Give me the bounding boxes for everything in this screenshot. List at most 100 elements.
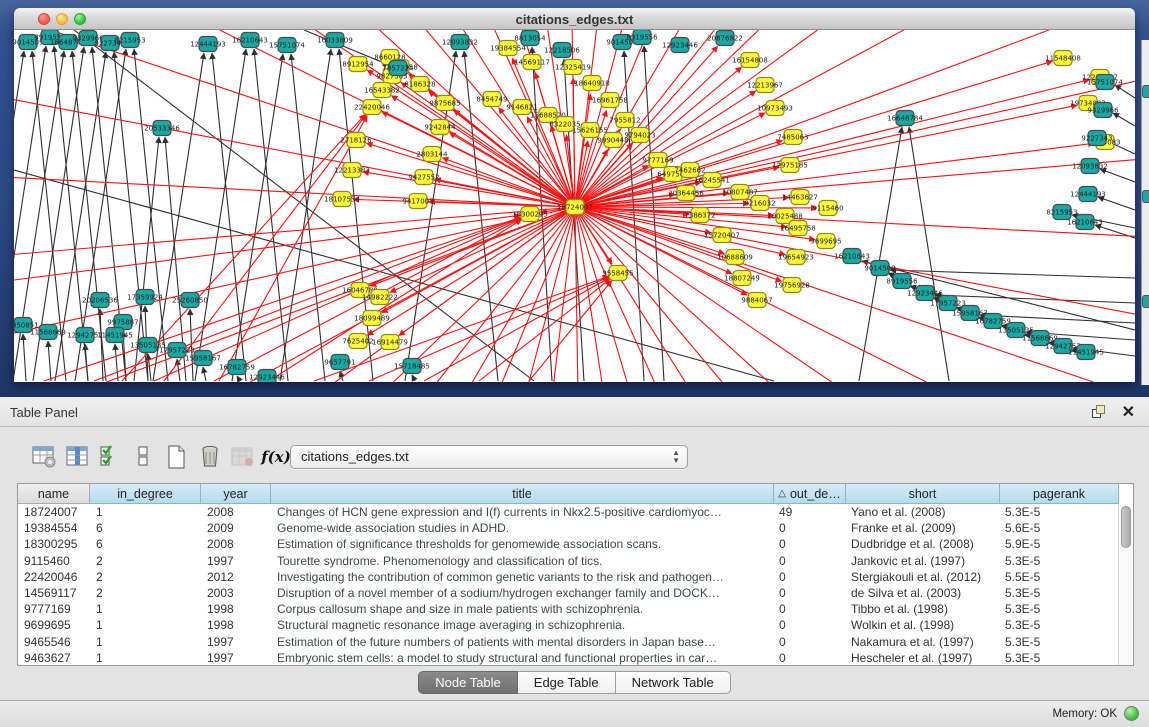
- column-header-year[interactable]: year: [201, 484, 271, 504]
- select-all-columns-icon[interactable]: [96, 442, 126, 472]
- tab-edge-table[interactable]: Edge Table: [518, 671, 616, 694]
- graph-node[interactable]: 15720407: [704, 228, 740, 243]
- table-row[interactable]: 911546021997Tourette syndrome. Phenomeno…: [18, 553, 1133, 569]
- graph-node[interactable]: 11548408: [1045, 51, 1081, 66]
- column-header-out_de[interactable]: △out_de…: [774, 484, 846, 504]
- tab-network-table[interactable]: Network Table: [616, 671, 731, 694]
- column-header-in_degree[interactable]: in_degree: [90, 484, 201, 504]
- graph-node[interactable]: 16210643: [1067, 215, 1103, 230]
- window-titlebar[interactable]: citations_edges.txt: [14, 8, 1135, 30]
- table-row[interactable]: 1456911722003Disruption of a novel membe…: [18, 585, 1133, 601]
- table-mode-icon[interactable]: [30, 442, 60, 472]
- graph-node[interactable]: 8919556: [886, 274, 918, 289]
- graph-node[interactable]: 10688609: [717, 250, 753, 265]
- graph-node[interactable]: 17359924: [127, 290, 163, 305]
- cell-in_degree: 1: [90, 634, 201, 650]
- table-row[interactable]: 946362711997Embryonic stem cells: a mode…: [18, 650, 1133, 666]
- graph-node[interactable]: 2803144: [416, 147, 448, 162]
- graph-node[interactable]: 25260850: [172, 293, 208, 308]
- graph-node[interactable]: 9699695: [810, 234, 841, 249]
- graph-node[interactable]: 15718485: [394, 359, 430, 374]
- graph-node[interactable]: 16648784: [887, 111, 923, 126]
- network-window[interactable]: citations_edges.txt 18724007866012889129…: [14, 8, 1135, 382]
- table-select-dropdown[interactable]: citations_edges.txt▲▼: [290, 445, 688, 469]
- float-panel-icon[interactable]: [1092, 405, 1107, 419]
- graph-node[interactable]: 7955812: [609, 113, 640, 128]
- graph-node[interactable]: 16914479: [372, 335, 408, 350]
- graph-node[interactable]: 9875685: [429, 96, 460, 111]
- graph-node[interactable]: 12444193: [190, 37, 226, 52]
- graph-node[interactable]: 2718126: [340, 133, 372, 148]
- function-builder-icon[interactable]: f(x): [261, 442, 291, 472]
- column-header-name[interactable]: name: [18, 484, 90, 504]
- unselect-all-columns-icon[interactable]: [129, 442, 159, 472]
- graph-node[interactable]: 12923446: [907, 286, 943, 301]
- graph-node[interactable]: 9427552: [408, 170, 439, 185]
- graph-node[interactable]: 20206536: [82, 293, 118, 308]
- table-row[interactable]: 1872400712008Changes of HCN gene express…: [18, 504, 1133, 520]
- graph-node[interactable]: 16961758: [592, 93, 628, 108]
- graph-node[interactable]: 12923446: [662, 38, 698, 53]
- graph-node[interactable]: 8186328: [404, 77, 435, 92]
- graph-node[interactable]: 8912954: [342, 57, 374, 72]
- graph-node[interactable]: 8813054: [514, 31, 546, 46]
- delete-table-disabled-icon[interactable]: [228, 442, 258, 472]
- svg-text:18300295: 18300295: [512, 211, 548, 219]
- graph-node[interactable]: 20533346: [144, 121, 180, 136]
- column-header-title[interactable]: title: [271, 484, 774, 504]
- graph-node[interactable]: 12444193: [1070, 187, 1106, 202]
- column-header-short[interactable]: short: [846, 484, 1000, 504]
- svg-text:9875685: 9875685: [429, 100, 460, 108]
- graph-node[interactable]: 8454749: [476, 92, 507, 107]
- show-columns-icon[interactable]: [63, 442, 93, 472]
- cell-in_degree: 2: [90, 569, 201, 585]
- graph-node[interactable]: 12213967: [747, 78, 783, 93]
- graph-node[interactable]: 14569117: [514, 55, 550, 70]
- delete-columns-icon[interactable]: [195, 442, 225, 472]
- create-column-icon[interactable]: [162, 442, 192, 472]
- svg-text:16914479: 16914479: [372, 339, 408, 347]
- table-row[interactable]: 977716911998Corpus callosum shape and si…: [18, 601, 1133, 617]
- graph-node[interactable]: 12093832: [442, 35, 478, 50]
- node-table[interactable]: namein_degreeyeartitle△out_de…shortpager…: [17, 483, 1134, 666]
- graph-node[interactable]: 9657791: [324, 355, 355, 370]
- svg-text:19654923: 19654923: [778, 254, 814, 262]
- close-panel-icon[interactable]: ✕: [1122, 402, 1135, 422]
- table-row[interactable]: 1830029562008Estimation of significance …: [18, 536, 1133, 552]
- graph-node[interactable]: 16154808: [732, 53, 768, 68]
- graph-node[interactable]: 7485063: [777, 130, 808, 145]
- scrollbar-thumb[interactable]: [1121, 506, 1131, 548]
- column-header-pagerank[interactable]: pagerank: [1000, 484, 1119, 504]
- network-canvas[interactable]: 1872400786601288912954122260589827503818…: [14, 30, 1135, 382]
- graph-node[interactable]: 12325419: [555, 60, 591, 75]
- tab-node-table[interactable]: Node Table: [418, 671, 518, 694]
- graph-node[interactable]: 9417003: [402, 194, 433, 209]
- table-row[interactable]: 2242004622012Investigating the contribut…: [18, 569, 1133, 585]
- table-row[interactable]: 969969511998Structural magnetic resonanc…: [18, 617, 1133, 633]
- cell-pagerank: 5.3E-5: [999, 553, 1118, 569]
- svg-text:7625402: 7625402: [342, 338, 373, 346]
- graph-node[interactable]: 19756928: [774, 278, 810, 293]
- graph-node[interactable]: 18640910: [574, 76, 610, 91]
- graph-node[interactable]: 15751074: [269, 38, 305, 53]
- graph-node[interactable]: 16245541: [694, 173, 730, 188]
- table-row[interactable]: 946554611997Estimation of the future num…: [18, 634, 1133, 650]
- vertical-scrollbar[interactable]: [1118, 504, 1133, 665]
- svg-text:16210643: 16210643: [232, 37, 268, 45]
- svg-text:17957223: 17957223: [930, 300, 966, 308]
- table-select-value: citations_edges.txt: [301, 449, 409, 464]
- table-row[interactable]: 1938455462009Genome-wide association stu…: [18, 520, 1133, 536]
- graph-node[interactable]: 9115460: [812, 201, 843, 216]
- graph-node[interactable]: 8215953: [1046, 205, 1077, 220]
- svg-text:2718126: 2718126: [340, 137, 372, 145]
- window-title: citations_edges.txt: [14, 12, 1135, 27]
- svg-text:12093832: 12093832: [442, 39, 478, 47]
- graph-node[interactable]: 10973493: [757, 101, 793, 116]
- graph-node[interactable]: 16210643: [232, 33, 268, 48]
- graph-node[interactable]: 12975185: [772, 158, 808, 173]
- svg-text:17957223: 17957223: [159, 347, 195, 355]
- graph-node[interactable]: 12093832: [1072, 159, 1108, 174]
- svg-text:19756928: 19756928: [774, 282, 810, 290]
- graph-node[interactable]: 16543382: [364, 83, 400, 98]
- graph-node[interactable]: 14463627: [782, 190, 818, 205]
